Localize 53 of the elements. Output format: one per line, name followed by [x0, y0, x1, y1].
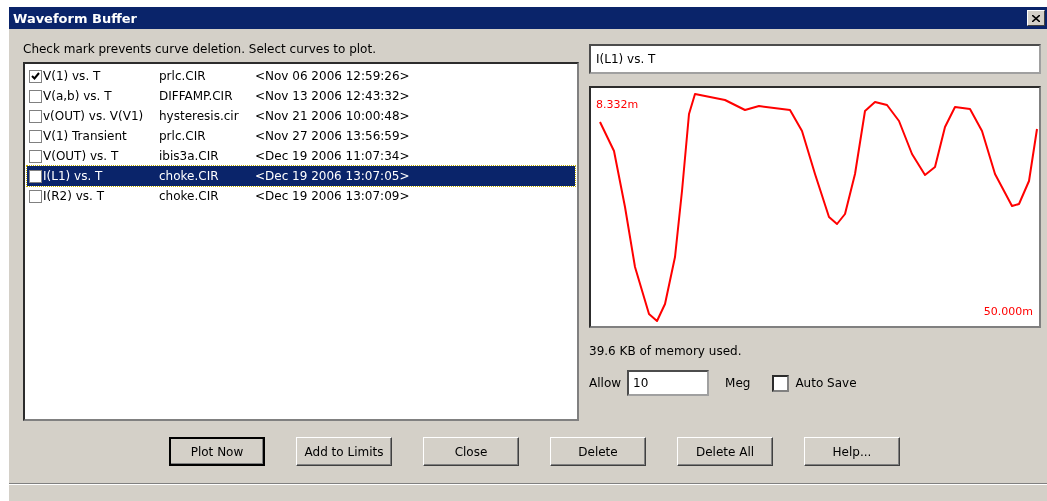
unit-label: Meg	[725, 376, 751, 390]
curve-row[interactable]: v(OUT) vs. V(V1) hysteresis.cir <Nov 21 2006 10:00:48>	[27, 106, 575, 126]
curve-date: <Dec 19 2006 11:07:34>	[255, 149, 411, 163]
curve-date: <Nov 27 2006 13:56:59>	[255, 129, 411, 143]
curve-name: V(a,b) vs. T	[43, 89, 113, 103]
checkbox[interactable]	[29, 189, 42, 203]
curve-date: <Nov 13 2006 12:43:32>	[255, 89, 411, 103]
curve-date: <Nov 06 2006 12:59:26>	[255, 69, 411, 83]
close-icon	[1032, 14, 1040, 22]
checkbox[interactable]	[29, 129, 42, 143]
file-name: prlc.CIR	[159, 69, 207, 83]
curve-row[interactable]: V(a,b) vs. T DIFFAMP.CIR <Nov 13 2006 12:43:32>	[27, 86, 575, 106]
auto-save-label: Auto Save	[795, 376, 857, 390]
curve-name: I(L1) vs. T	[43, 169, 104, 183]
curve-name: v(OUT) vs. V(V1)	[43, 109, 145, 123]
file-name: choke.CIR	[159, 189, 220, 203]
file-name: choke.CIR	[159, 169, 220, 183]
file-name: DIFFAMP.CIR	[159, 89, 234, 103]
checkbox[interactable]	[29, 149, 42, 163]
curve-name: V(1) vs. T	[43, 69, 102, 83]
curve-row[interactable]: I(L1) vs. T choke.CIR <Dec 19 2006 13:07:05>	[27, 166, 575, 186]
curve-row[interactable]: V(1) Transient prlc.CIR <Nov 27 2006 13:56:59>	[27, 126, 575, 146]
allow-field[interactable]: 10	[627, 370, 710, 396]
curve-row[interactable]: V(OUT) vs. T ibis3a.CIR <Dec 19 2006 11:07:34>	[27, 146, 575, 166]
file-name: prlc.CIR	[159, 129, 207, 143]
curve-row[interactable]: I(R2) vs. T choke.CIR <Dec 19 2006 13:07:09>	[27, 186, 575, 206]
curve-title-field[interactable]: I(L1) vs. T	[589, 44, 1041, 74]
auto-save-checkbox[interactable]	[772, 374, 790, 392]
close-button[interactable]	[1027, 10, 1045, 26]
min-value-label: 50.000m	[983, 305, 1033, 318]
checkbox[interactable]	[29, 109, 42, 123]
dialog-button[interactable]: Close	[423, 437, 519, 466]
memory-text: 39.6 KB of memory used.	[589, 344, 743, 358]
curve-name: V(1) Transient	[43, 129, 128, 143]
curve-row[interactable]: V(1) vs. T prlc.CIR <Nov 06 2006 12:59:26>	[27, 66, 575, 86]
curve-date: <Dec 19 2006 13:07:05>	[255, 169, 411, 183]
dialog-button[interactable]: Plot Now	[169, 437, 265, 466]
checkbox[interactable]	[29, 169, 42, 183]
window-title: Waveform Buffer	[13, 10, 137, 26]
instructions-text: Check mark prevents curve deletion. Select curves to plot.	[23, 42, 377, 56]
curve-date: <Nov 21 2006 10:00:48>	[255, 109, 411, 123]
curve-name: V(OUT) vs. T	[43, 149, 120, 163]
checkbox[interactable]	[29, 89, 42, 103]
allow-label: Allow	[589, 376, 622, 390]
curve-name: I(R2) vs. T	[43, 189, 105, 203]
dialog-button[interactable]: Delete	[550, 437, 646, 466]
dialog-button[interactable]: Delete All	[677, 437, 773, 466]
dialog-button[interactable]: Help...	[804, 437, 900, 466]
file-name: hysteresis.cir	[159, 109, 240, 123]
dialog-button[interactable]: Add to Limits	[296, 437, 392, 466]
file-name: ibis3a.CIR	[159, 149, 220, 163]
curve-date: <Dec 19 2006 13:07:09>	[255, 189, 411, 203]
max-value-label: 8.332m	[596, 98, 639, 111]
